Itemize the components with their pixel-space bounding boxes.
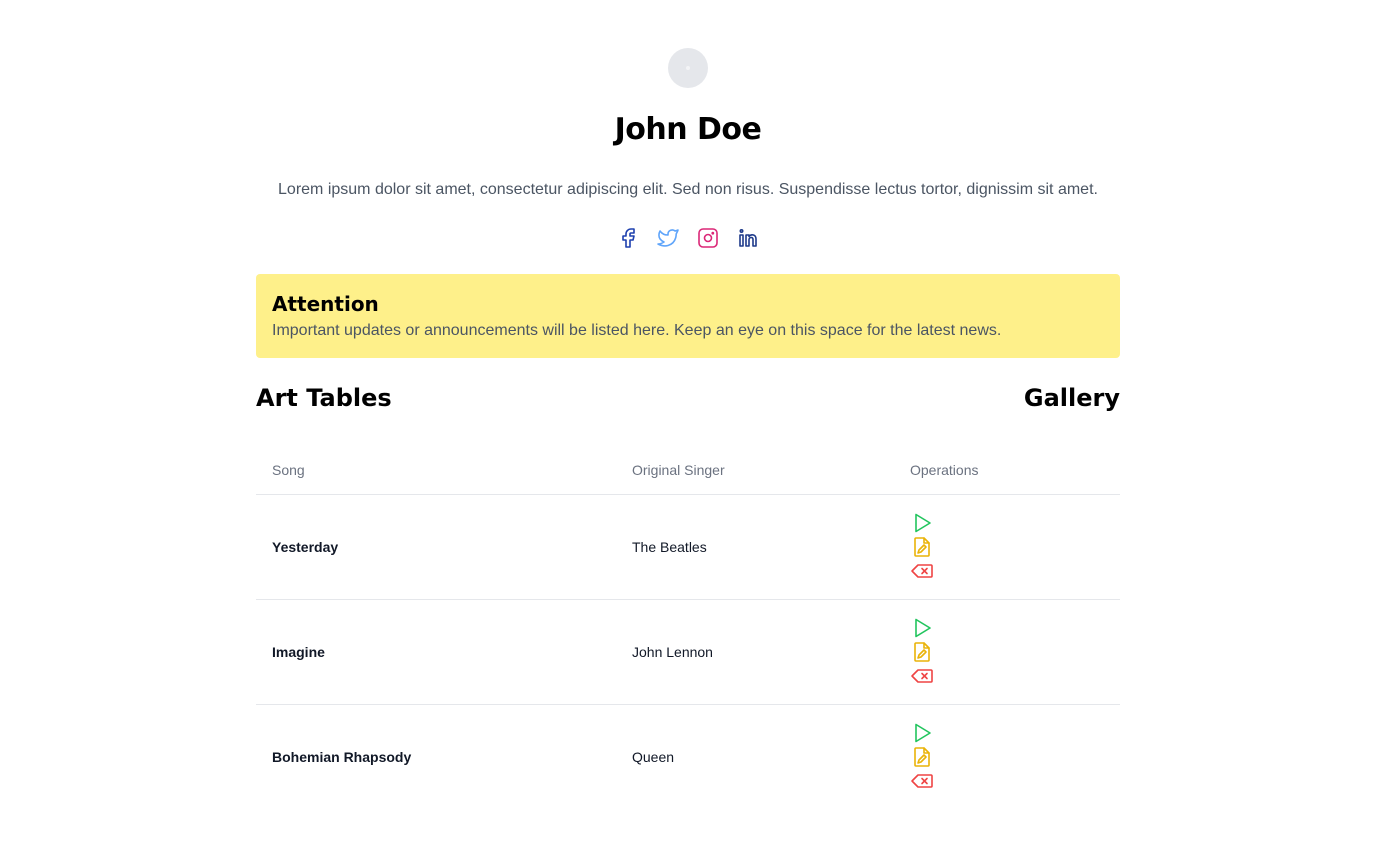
twitter-icon xyxy=(657,229,679,247)
facebook-link[interactable] xyxy=(616,226,640,250)
header-original-singer: Original Singer xyxy=(616,448,894,495)
singer-cell: John Lennon xyxy=(616,599,894,705)
social-links xyxy=(256,226,1120,250)
play-button[interactable] xyxy=(910,616,934,640)
edit-file-icon xyxy=(914,537,930,557)
linkedin-link[interactable] xyxy=(736,226,760,250)
table-header-row: Song Original Singer Operations xyxy=(256,448,1120,495)
operations-cell xyxy=(894,494,1120,600)
avatar-row xyxy=(256,0,1120,88)
profile-bio: Lorem ipsum dolor sit amet, consectetur … xyxy=(278,181,1098,198)
play-icon xyxy=(915,513,931,533)
linkedin-icon xyxy=(739,228,757,247)
twitter-link[interactable] xyxy=(656,226,680,250)
table-row: Bohemian Rhapsody Queen xyxy=(256,705,1120,810)
delete-button[interactable] xyxy=(910,769,934,793)
play-icon xyxy=(915,618,931,638)
section-title: Art Tables xyxy=(256,384,392,412)
play-icon xyxy=(915,723,931,743)
song-cell: Bohemian Rhapsody xyxy=(272,749,412,765)
delete-tag-icon xyxy=(911,564,933,578)
alert-title: Attention xyxy=(272,292,379,316)
alert-text: Important updates or announcements will … xyxy=(272,322,1002,339)
singer-cell: The Beatles xyxy=(616,494,894,600)
avatar xyxy=(668,48,708,88)
page-container: John Doe Lorem ipsum dolor sit amet, con… xyxy=(256,0,1120,809)
facebook-icon xyxy=(622,228,635,248)
gallery-link[interactable]: Gallery xyxy=(1024,384,1120,412)
singer-cell: Queen xyxy=(632,749,675,765)
song-cell: Imagine xyxy=(256,599,616,705)
edit-file-icon xyxy=(914,747,930,767)
operations-cell xyxy=(894,599,1120,705)
edit-button[interactable] xyxy=(910,535,934,559)
delete-tag-icon xyxy=(911,669,933,683)
table-row: Imagine John Lennon xyxy=(256,599,1120,705)
attention-alert: Attention Important updates or announcem… xyxy=(256,274,1120,358)
header-operations: Operations xyxy=(894,448,1120,495)
song-cell: Yesterday xyxy=(256,494,616,600)
songs-table: Song Original Singer Operations Yesterda… xyxy=(256,448,1120,809)
table-row: Yesterday The Beatles xyxy=(256,494,1120,600)
play-button[interactable] xyxy=(910,721,934,745)
operations-cell xyxy=(894,705,1120,810)
edit-button[interactable] xyxy=(910,745,934,769)
instagram-link[interactable] xyxy=(696,226,720,250)
play-button[interactable] xyxy=(910,511,934,535)
section-header: Art Tables Gallery xyxy=(256,384,1120,412)
delete-button[interactable] xyxy=(910,559,934,583)
delete-tag-icon xyxy=(911,774,933,788)
delete-button[interactable] xyxy=(910,664,934,688)
profile-name: John Doe xyxy=(614,112,762,147)
edit-file-icon xyxy=(914,642,930,662)
instagram-icon xyxy=(698,228,718,248)
avatar-placeholder-icon xyxy=(686,66,690,70)
header-song: Song xyxy=(256,448,616,495)
edit-button[interactable] xyxy=(910,640,934,664)
